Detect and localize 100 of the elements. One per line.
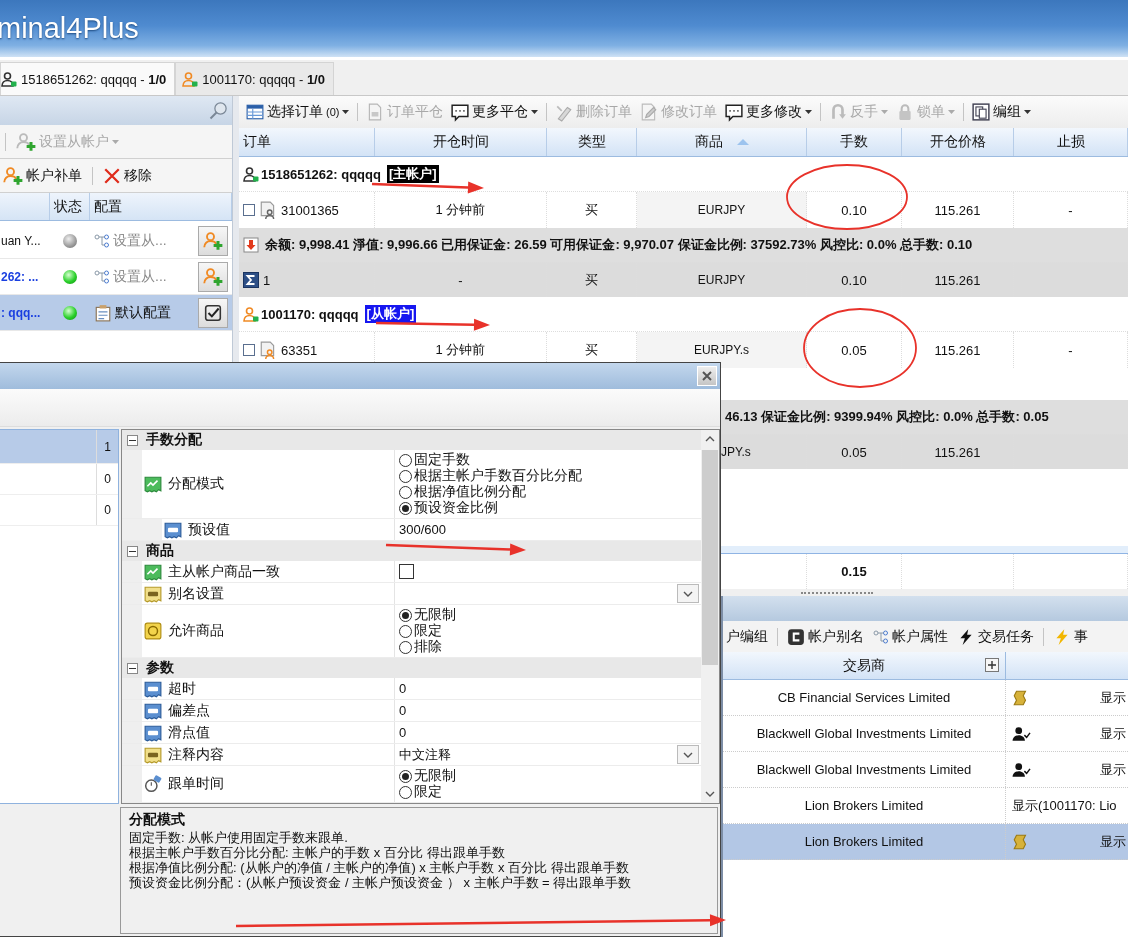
add-user-button[interactable] [198, 225, 228, 256]
config-label[interactable]: 默认配置 [115, 303, 171, 322]
category-title: 手数分配 [146, 431, 202, 449]
radio-button[interactable]: 排除 [399, 639, 442, 655]
checkbox[interactable] [399, 564, 414, 579]
column-header[interactable]: 交易商 [843, 656, 885, 675]
property-name: 分配模式 [168, 475, 224, 493]
scrollbar-thumb[interactable] [702, 450, 718, 665]
table-cell: EURJPY [637, 192, 807, 228]
toolbar-button[interactable]: 户编组 [723, 623, 771, 650]
table-cell: 买 [547, 263, 637, 297]
collapse-button[interactable] [127, 662, 138, 674]
config-label[interactable]: 设置从... [113, 267, 167, 286]
column-header[interactable]: 商品 [637, 128, 807, 156]
radio-button[interactable]: 限定 [399, 784, 442, 800]
column-header[interactable]: 配置 [90, 193, 232, 220]
list-item[interactable]: 1 [0, 430, 118, 464]
chevron-up-icon [705, 436, 715, 442]
eraser-icon [555, 103, 574, 121]
column-header[interactable]: 状态 [50, 193, 90, 220]
account-label: 1001170: qqqqq [261, 306, 359, 322]
account-label: 1518651262: qqqqq [261, 166, 381, 182]
node-link-icon [94, 268, 110, 285]
toolbar-button[interactable]: 选择订单 (0) [243, 99, 353, 125]
table-row[interactable]: CB Financial Services Limited 显示 [723, 680, 1128, 716]
column-header[interactable]: 开仓价格 [902, 128, 1014, 156]
dropdown-field[interactable] [394, 583, 701, 604]
table-row[interactable]: Blackwell Global Investments Limited 显示 [723, 716, 1128, 752]
radio-button[interactable]: 无限制 [399, 607, 456, 623]
toolbar-button[interactable]: 更多修改 [722, 99, 816, 125]
number-badge-icon [144, 723, 162, 742]
table-cell: - [1014, 332, 1128, 368]
table-cell: - [375, 263, 547, 297]
row-checkbox[interactable] [243, 344, 255, 356]
row-checkbox[interactable] [243, 204, 255, 216]
property-name: 滑点值 [168, 723, 210, 742]
sort-up-icon [736, 139, 749, 145]
property-name: 主从帐户商品一致 [168, 562, 280, 581]
list-item[interactable]: 0 [0, 495, 118, 526]
account-summary: 余额: 9,998.41 淨值: 9,996.66 已用保证金: 26.59 可用保证金: 9,970.07 保证金比例: 37592.73% 风控比: 0.0% 总手数: 0.10 [265, 236, 973, 254]
table-cell-text: 显示(1001170: Lio [1012, 796, 1118, 815]
expand-button[interactable] [985, 658, 999, 672]
account-name: 262: ... [0, 269, 40, 284]
config-label[interactable]: 设置从... [113, 231, 167, 250]
radio-button[interactable]: 预设资金比例 [399, 500, 498, 516]
coin-icon [144, 622, 162, 640]
table-row[interactable]: Lion Brokers Limited 显示 [723, 824, 1128, 860]
item-count: 0 [96, 495, 118, 525]
radio-button[interactable]: 固定手数 [399, 452, 470, 468]
category-title: 商品 [146, 542, 174, 560]
person-icon [243, 306, 259, 322]
speech-bubble-icon [451, 103, 470, 121]
caret-down-icon [531, 110, 539, 114]
table-cell: 0.10 [807, 263, 902, 297]
column-header[interactable]: 订单 [239, 128, 375, 156]
caret-down-icon [342, 110, 350, 114]
toolbar-button[interactable]: 帐户补单 [0, 162, 85, 189]
collapse-button[interactable] [127, 434, 138, 446]
description-title: 分配模式 [129, 811, 186, 829]
speech-bubble-icon [725, 103, 744, 121]
stopwatch-icon [144, 775, 162, 793]
table-row[interactable]: uan Y... 设置从... [0, 223, 232, 259]
description-text: 预设资金比例分配：(从帐户预设资金 / 主帐户预设资金 ） x 主帐户手数 = 得出跟单手数 [129, 875, 633, 890]
item-count: 1 [96, 430, 118, 463]
table-cell: EURJPY.s [637, 332, 807, 368]
list-item[interactable]: 0 [0, 464, 118, 495]
check-button[interactable] [198, 297, 228, 328]
collapse-button[interactable] [127, 545, 138, 557]
column-header[interactable]: 手数 [807, 128, 902, 156]
column-header[interactable]: 类型 [547, 128, 637, 156]
radio-button[interactable]: 根据主帐户手数百分比分配 [399, 468, 582, 484]
radio-button[interactable]: 根据净值比例分配 [399, 484, 526, 500]
close-button[interactable] [697, 366, 717, 386]
column-header[interactable]: 开仓时间 [375, 128, 547, 156]
add-user-button[interactable] [198, 261, 228, 292]
account-tab[interactable]: 1001170: qqqqq - 1/0 [175, 62, 334, 95]
toolbar-button[interactable]: 事 [1050, 623, 1091, 650]
description-text: 固定手数: 从帐户使用固定手数来跟单. [129, 830, 349, 845]
caret-down-icon [881, 110, 889, 114]
toolbar-button[interactable]: 更多平仓 [448, 99, 542, 125]
toolbar-button[interactable]: 帐户别名 [784, 623, 867, 650]
radio-button[interactable]: 限定 [399, 623, 442, 639]
column-header[interactable]: 止损 [1014, 128, 1128, 156]
account-summary: 46.13 保证金比例: 9399.94% 风控比: 0.0% 总手数: 0.05 [725, 408, 1049, 426]
table-cell: 115.261 [902, 332, 1014, 368]
dropdown-field[interactable]: 中文注释 [394, 744, 701, 765]
radio-button[interactable]: 无限制 [399, 768, 456, 784]
toolbar-button[interactable]: 编组 [969, 99, 1035, 125]
property-name: 跟单时间 [168, 775, 224, 793]
table-row[interactable]: : qqq... 默认配置 [0, 295, 232, 331]
account-tab[interactable]: 1518651262: qqqqq - 1/0 [0, 62, 176, 95]
splitter-grip[interactable] [801, 591, 873, 594]
table-cell: Lion Brokers Limited [723, 824, 1006, 859]
table-row[interactable]: Blackwell Global Investments Limited 显示 [723, 752, 1128, 788]
toolbar-button[interactable]: 移除 [100, 162, 155, 189]
toolbar-button[interactable]: 交易任务 [954, 623, 1037, 650]
chart-icon [144, 562, 162, 581]
table-cell: 0.05 [807, 435, 902, 469]
toolbar-button[interactable]: 帐户属性 [870, 623, 951, 650]
table-cell-text: 显示 [1100, 760, 1127, 779]
